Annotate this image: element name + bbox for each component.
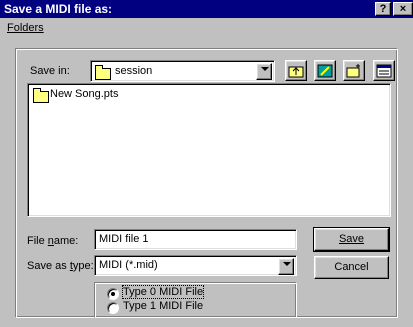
cancel-button[interactable]: Cancel — [314, 256, 389, 279]
title-bar[interactable]: Save a MIDI file as: ? × — [0, 0, 413, 18]
chevron-down-icon — [261, 67, 269, 71]
type1-radio[interactable] — [107, 302, 119, 314]
up-one-level-button[interactable] — [285, 60, 307, 81]
desktop-button[interactable] — [314, 60, 336, 81]
save-as-type-label: Save as type: — [27, 260, 94, 272]
new-folder-button[interactable] — [343, 60, 365, 81]
type1-label[interactable]: Type 1 MIDI File — [123, 300, 203, 312]
folder-icon — [95, 65, 111, 80]
list-view-button[interactable] — [373, 60, 395, 81]
save-in-dropdown-button[interactable] — [256, 63, 272, 80]
file-list[interactable]: New Song.pts — [27, 83, 391, 217]
file-name-label: File name: — [27, 235, 79, 247]
window-title: Save a MIDI file as: — [4, 2, 113, 16]
file-name-input[interactable]: MIDI file 1 — [94, 229, 297, 250]
save-in-value: session — [115, 65, 153, 77]
help-button[interactable]: ? — [375, 2, 391, 16]
folder-icon — [33, 88, 49, 103]
menu-bar — [0, 18, 413, 38]
desktop-icon — [317, 64, 333, 78]
midi-type-group: Type 0 MIDI File Type 1 MIDI File — [94, 282, 297, 318]
file-name-value: MIDI file 1 — [99, 233, 149, 245]
save-button[interactable]: Save — [313, 227, 390, 252]
save-as-type-dropdown[interactable]: MIDI (*.mid) — [94, 255, 297, 276]
type0-radio[interactable] — [107, 288, 119, 300]
save-in-dropdown[interactable]: session — [90, 60, 275, 82]
new-folder-icon — [346, 64, 360, 78]
chevron-down-icon — [283, 262, 291, 266]
up-folder-icon — [288, 66, 304, 78]
list-item[interactable]: New Song.pts — [31, 87, 131, 103]
save-as-type-value: MIDI (*.mid) — [99, 259, 158, 271]
close-button[interactable]: × — [393, 2, 413, 16]
type0-label[interactable]: Type 0 MIDI File — [121, 285, 205, 299]
save-as-type-dropdown-button[interactable] — [278, 258, 294, 275]
save-button-label: Save — [338, 233, 365, 245]
save-in-label: Save in: — [30, 65, 70, 77]
list-item-label: New Song.pts — [50, 88, 119, 100]
menu-folders-label: Folders — [7, 22, 44, 34]
menu-folders[interactable]: Folders — [7, 22, 44, 34]
list-view-icon — [376, 64, 392, 78]
